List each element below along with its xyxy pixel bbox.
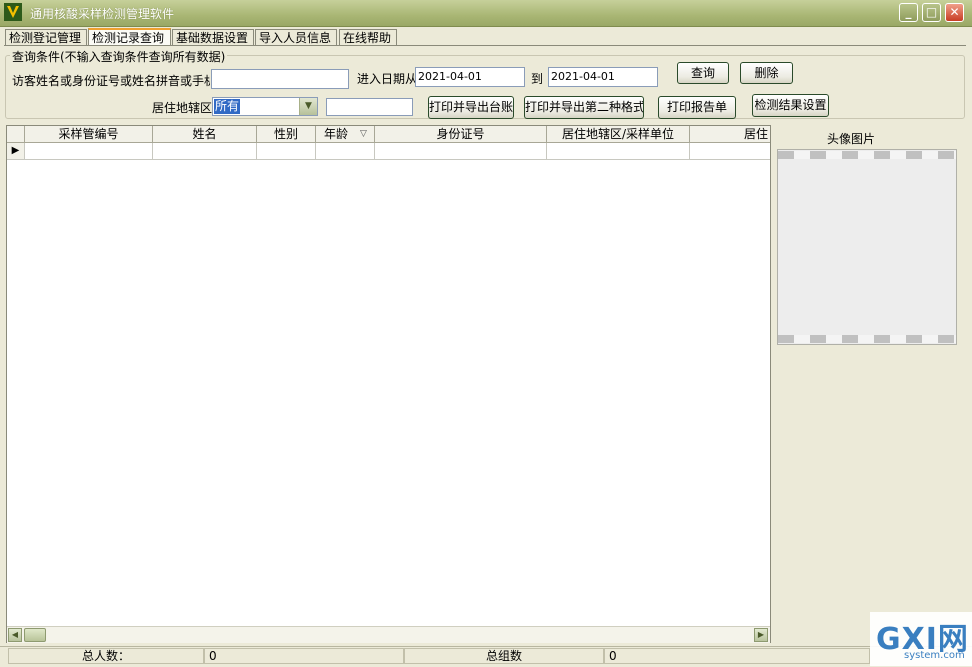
- print-format2-button[interactable]: 打印并导出第二种格式: [524, 96, 644, 119]
- app-logo-icon: [4, 3, 22, 21]
- row-indicator-icon[interactable]: ▶: [7, 143, 25, 160]
- column-header-sample-tube-no[interactable]: 采样管编号: [25, 126, 153, 143]
- date-to-label: 到: [531, 72, 544, 86]
- total-people-label: 总人数：: [8, 648, 204, 664]
- tab-online-help[interactable]: 在线帮助: [339, 29, 397, 45]
- tab-import-people[interactable]: 导入人员信息: [255, 29, 337, 45]
- tab-divider: [4, 45, 966, 46]
- result-settings-button[interactable]: 检测结果设置: [752, 94, 829, 117]
- column-header-age-label: 年龄: [324, 127, 349, 141]
- sort-arrow-icon: ▽: [360, 129, 367, 139]
- total-groups-label: 总组数: [404, 648, 604, 664]
- search-input[interactable]: [211, 69, 349, 89]
- photo-border-top: [778, 151, 956, 159]
- table-cell[interactable]: [375, 143, 547, 160]
- grid-corner: [7, 126, 25, 143]
- date-to-input[interactable]: 2021-04-01: [548, 67, 658, 87]
- horizontal-scrollbar[interactable]: ◀ ▶: [7, 626, 770, 643]
- table-cell[interactable]: [690, 143, 770, 160]
- photo-label: 头像图片: [827, 132, 876, 146]
- district-select[interactable]: 所有 ▼: [212, 97, 318, 116]
- total-groups-value: 0: [604, 648, 870, 664]
- column-header-residence[interactable]: 居住: [690, 126, 770, 143]
- tab-registration[interactable]: 检测登记管理: [5, 29, 87, 45]
- print-report-button[interactable]: 打印报告单: [658, 96, 736, 119]
- scrollbar-thumb[interactable]: [24, 628, 46, 642]
- maximize-button[interactable]: □: [922, 3, 941, 22]
- column-header-age[interactable]: 年龄 ▽: [316, 126, 375, 143]
- scroll-left-icon[interactable]: ◀: [8, 628, 22, 642]
- table-cell[interactable]: [25, 143, 153, 160]
- table-cell[interactable]: [153, 143, 257, 160]
- date-from-input[interactable]: 2021-04-01: [415, 67, 525, 87]
- table-cell[interactable]: [257, 143, 316, 160]
- total-people-value: 0: [204, 648, 404, 664]
- delete-button[interactable]: 删除: [740, 62, 793, 84]
- watermark-site: system.com: [904, 650, 965, 661]
- column-header-name[interactable]: 姓名: [153, 126, 257, 143]
- tab-record-query[interactable]: 检测记录查询: [88, 28, 171, 46]
- date-from-label: 进入日期从: [357, 72, 418, 86]
- search-button[interactable]: 查询: [677, 62, 729, 84]
- query-group-label: 查询条件(不输入查询条件查询所有数据): [10, 48, 228, 65]
- column-header-id-number[interactable]: 身份证号: [375, 126, 547, 143]
- district-label: 居住地辖区: [152, 101, 213, 115]
- extra-filter-input[interactable]: [326, 98, 413, 116]
- column-header-district-unit[interactable]: 居住地辖区/采样单位: [547, 126, 690, 143]
- avatar-photo-box: [777, 149, 957, 345]
- search-label: 访客姓名或身份证号或姓名拼音或手机: [12, 74, 210, 88]
- tab-basic-data[interactable]: 基础数据设置: [172, 29, 254, 45]
- records-grid[interactable]: 采样管编号 姓名 性别 年龄 ▽ 身份证号 居住地辖区/采样单位 居住 ▶ ◀ …: [6, 125, 771, 643]
- chevron-down-icon[interactable]: ▼: [299, 98, 317, 115]
- window-title: 通用核酸采样检测管理软件: [30, 7, 175, 21]
- print-ledger-button[interactable]: 打印并导出台账: [428, 96, 514, 119]
- minimize-button[interactable]: _: [899, 3, 918, 22]
- photo-border-bottom: [778, 335, 956, 343]
- district-selected-value: 所有: [214, 99, 241, 114]
- table-cell[interactable]: [316, 143, 375, 160]
- column-header-gender[interactable]: 性别: [257, 126, 316, 143]
- watermark-logo: GXI网 system.com: [870, 612, 972, 666]
- table-cell[interactable]: [547, 143, 690, 160]
- scroll-right-icon[interactable]: ▶: [754, 628, 768, 642]
- close-button[interactable]: ✕: [945, 3, 964, 22]
